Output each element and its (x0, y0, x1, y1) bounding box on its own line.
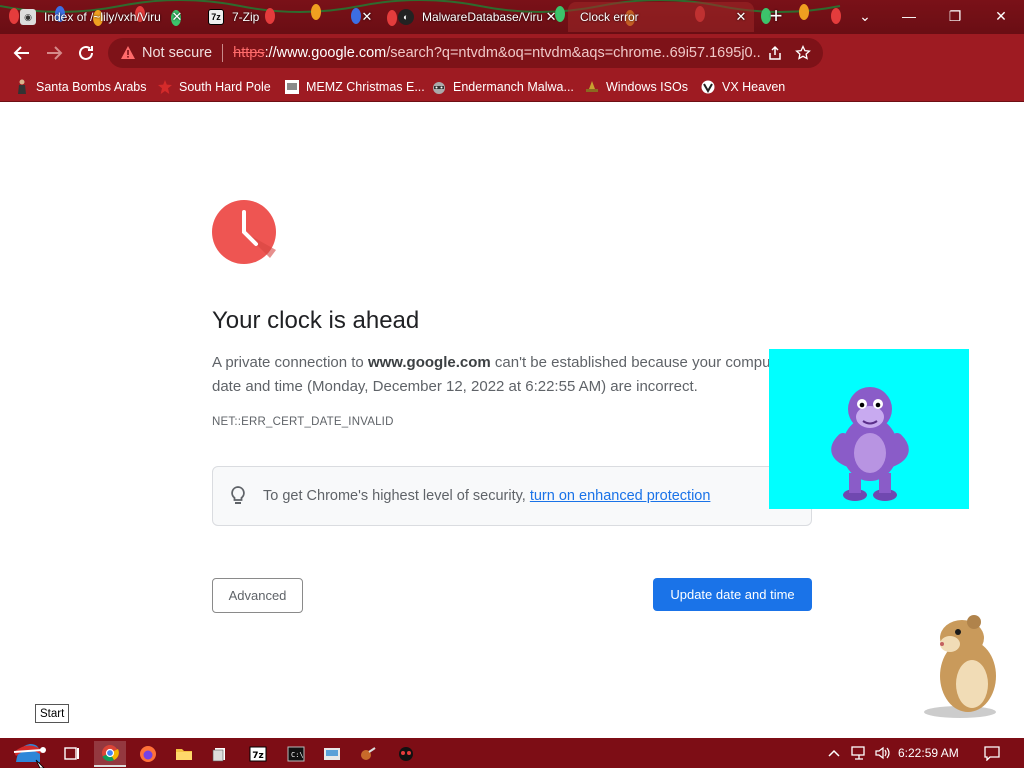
back-button[interactable] (6, 37, 38, 69)
security-tip-box: To get Chrome's highest level of securit… (212, 466, 812, 526)
taskbar: 7z C:\ 6:22:59 AM (0, 738, 1024, 768)
eyes-icon (399, 747, 413, 761)
star-icon (795, 45, 811, 60)
minimize-button[interactable]: — (886, 0, 932, 32)
share-icon (769, 45, 781, 60)
bookmark-south-hard-pole[interactable]: South Hard Pole (157, 76, 271, 98)
close-tab-icon[interactable]: ✕ (168, 9, 186, 25)
bookmark-memz-christmas[interactable]: MEMZ Christmas E... (284, 76, 425, 98)
page-title: Your clock is ahead (212, 307, 420, 334)
close-tab-icon[interactable]: ✕ (358, 9, 376, 25)
lightbulb-icon (231, 486, 245, 504)
taskbar-cmd[interactable]: C:\ (280, 741, 312, 767)
network-icon (851, 746, 865, 760)
network-button[interactable] (848, 738, 870, 768)
tab-clock-error[interactable]: Clock error ✕ (568, 2, 754, 32)
back-arrow-icon (13, 46, 29, 60)
start-tooltip: Start (35, 704, 70, 723)
taskbar-tool[interactable] (352, 741, 384, 767)
close-tab-icon[interactable]: ✕ (542, 9, 560, 25)
bookmark-star-button[interactable] (789, 39, 817, 67)
start-icon (13, 744, 46, 768)
browser-toolbar: Not secure https://www.google.com/search… (0, 34, 1024, 97)
show-hidden-icons-button[interactable] (824, 738, 844, 768)
new-tab-button[interactable]: + (764, 5, 788, 29)
speaker-icon (875, 746, 890, 760)
update-date-time-button[interactable]: Update date and time (653, 578, 812, 611)
tab-strip: ◉ Index of /~lily/vxh/Viru ✕ 7z 7-Zip ✕ … (0, 0, 1024, 34)
7zip-icon: 7z (208, 9, 224, 25)
chrome-icon (102, 745, 119, 762)
error-code[interactable]: NET::ERR_CERT_DATE_INVALID (212, 416, 394, 428)
bookmark-windows-isos[interactable]: Windows ISOs (584, 76, 688, 98)
share-button[interactable] (761, 39, 789, 67)
files-icon (212, 748, 225, 762)
taskbar-7zip[interactable]: 7z (242, 741, 274, 767)
start-button[interactable] (8, 738, 48, 768)
taskbar-eyes[interactable] (390, 741, 422, 767)
memz-icon (284, 79, 300, 95)
app-icon (324, 748, 340, 760)
taskbar-files[interactable] (204, 741, 236, 767)
notification-icon (984, 746, 1000, 761)
reload-button[interactable] (70, 37, 102, 69)
volume-button[interactable] (872, 738, 894, 768)
screen: { "browser": { "tabs": [ {"title": "Inde… (0, 0, 1024, 768)
hat-icon (584, 79, 600, 95)
hamster-icon (924, 615, 996, 718)
tab-malware-database[interactable]: ◐ MalwareDatabase/Viru ✕ (390, 2, 564, 32)
bookmark-santa-bombs-arabs[interactable]: Santa Bombs Arabs (14, 76, 146, 98)
web-icon: ◉ (20, 9, 36, 25)
advanced-button[interactable]: Advanced (212, 578, 303, 613)
forward-button[interactable] (38, 37, 70, 69)
chevron-up-icon (828, 749, 840, 757)
bookmark-endermanch-malware[interactable]: Endermanch Malwa... (431, 76, 574, 98)
file-explorer-icon (176, 749, 192, 760)
hamster-overlay[interactable] (918, 612, 1010, 720)
clock-time[interactable]: 6:22:59 AM (898, 738, 959, 768)
bonzibuddy-window[interactable] (769, 349, 969, 509)
divider (222, 44, 224, 62)
task-view-button[interactable] (56, 741, 88, 767)
tool-icon (361, 747, 376, 760)
vx-icon (700, 79, 716, 95)
url-text[interactable]: https://www.google.com/search?q=ntvdm&oq… (233, 45, 761, 61)
taskbar-app[interactable] (316, 741, 348, 767)
reload-icon (79, 45, 93, 60)
svg-text:7z: 7z (252, 751, 264, 761)
tab-search-chevron-icon[interactable]: ⌄ (842, 0, 888, 32)
cmd-icon: C:\ (287, 746, 305, 762)
enhanced-protection-link[interactable]: turn on enhanced protection (530, 488, 711, 504)
tab-index-of-lily[interactable]: ◉ Index of /~lily/vxh/Viru ✕ (12, 2, 190, 32)
purple-gorilla-icon (831, 387, 909, 501)
taskbar-chrome[interactable] (94, 741, 126, 767)
clock-icon (212, 200, 276, 264)
address-bar[interactable]: Not secure https://www.google.com/search… (108, 38, 823, 68)
tab-7zip[interactable]: 7z 7-Zip ✕ (200, 2, 380, 32)
close-window-button[interactable]: ✕ (978, 0, 1024, 32)
forward-arrow-icon (47, 46, 63, 60)
security-status[interactable]: Not secure (142, 45, 212, 61)
firefox-icon (140, 746, 156, 762)
taskbar-firefox[interactable] (132, 741, 164, 767)
figure-icon (14, 79, 30, 95)
error-description: A private connection to www.google.com c… (212, 354, 799, 395)
bookmark-vx-heaven[interactable]: VX Heaven (700, 76, 785, 98)
restore-button[interactable]: ❐ (932, 0, 978, 32)
7zip-icon: 7z (249, 746, 267, 762)
github-icon: ◐ (398, 9, 414, 25)
warning-triangle-icon (121, 46, 135, 59)
raccoon-icon (431, 79, 447, 95)
svg-text:C:\: C:\ (291, 751, 304, 759)
task-view-icon (64, 747, 79, 760)
taskbar-file-explorer[interactable] (168, 741, 200, 767)
close-tab-icon[interactable]: ✕ (732, 9, 750, 25)
notification-button[interactable] (980, 738, 1004, 768)
red-star-icon (157, 79, 173, 95)
security-tip-text: To get Chrome's highest level of securit… (263, 488, 711, 504)
bookmarks-bar: Santa Bombs Arabs South Hard Pole MEMZ C… (0, 72, 1024, 102)
